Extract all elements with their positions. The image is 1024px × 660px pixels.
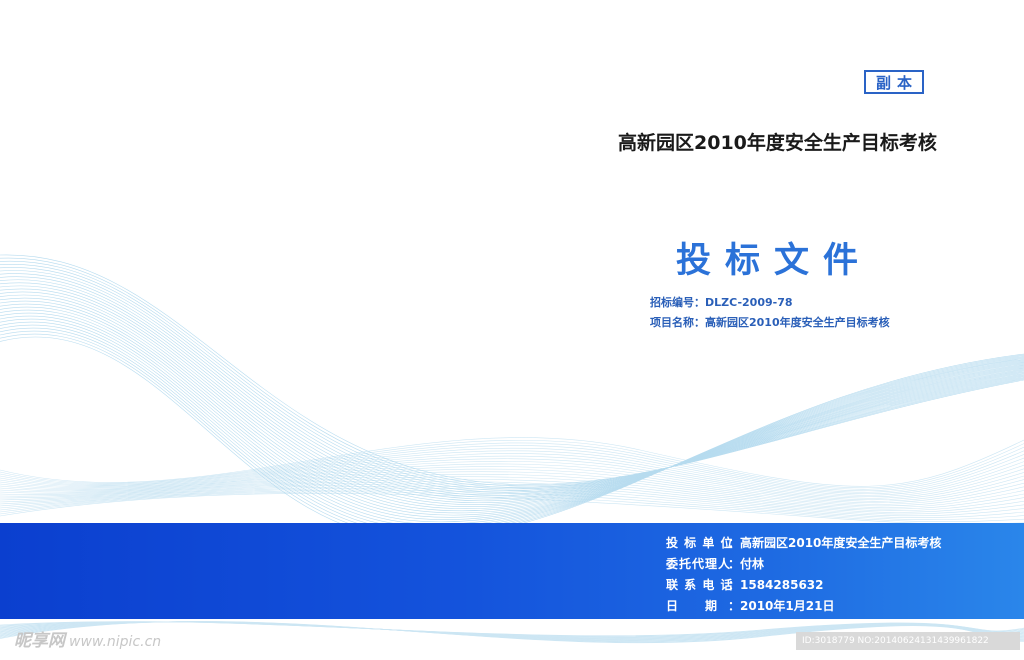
phone-row: 联 系 电 话：1584285632 <box>666 576 824 593</box>
document-header-title: 高新园区2010年度安全生产目标考核 <box>618 132 937 154</box>
bid-number-label: 招标编号： <box>650 296 705 309</box>
bid-number-line: 招标编号：DLZC-2009-78 <box>650 294 793 310</box>
bidder-row: 投 标 单 位：高新园区2010年度安全生产目标考核 <box>666 534 941 551</box>
bid-number-value: DLZC-2009-78 <box>705 296 793 309</box>
project-name-line: 项目名称：高新园区2010年度安全生产目标考核 <box>650 314 890 330</box>
wave-line <box>0 257 1024 487</box>
bidder-value: ：高新园区2010年度安全生产目标考核 <box>728 536 942 550</box>
agent-value: ：付林 <box>728 557 765 571</box>
agent-row: 委托代理人：付林 <box>666 555 764 572</box>
phone-value: ：1584285632 <box>728 578 824 592</box>
date-value: ：2010年1月21日 <box>728 599 835 613</box>
date-label: 日 期 <box>666 599 719 613</box>
site-watermark: 昵享网 www.nipic.cn <box>14 626 161 651</box>
date-row: 日 期 ：2010年1月21日 <box>666 597 834 614</box>
wave-line <box>0 254 1024 485</box>
copy-stamp-badge: 副本 <box>864 70 924 94</box>
bidder-label: 投 标 单 位 <box>666 536 734 550</box>
wave-line <box>0 437 1024 487</box>
agent-label: 委托代理人 <box>666 557 732 571</box>
watermark-brand: 昵享网 <box>14 631 65 651</box>
image-id-strip: ID:3018779 NO:20140624131439961822 <box>796 632 1020 650</box>
phone-label: 联 系 电 话 <box>666 578 734 592</box>
wave-line <box>0 273 1024 495</box>
wave-line <box>0 267 1024 491</box>
project-name-label: 项目名称： <box>650 316 705 329</box>
wave-line <box>0 330 1024 535</box>
project-name-value: 高新园区2010年度安全生产目标考核 <box>705 316 890 329</box>
document-main-title: 投标文件 <box>676 241 873 281</box>
watermark-url: www.nipic.cn <box>69 634 162 650</box>
